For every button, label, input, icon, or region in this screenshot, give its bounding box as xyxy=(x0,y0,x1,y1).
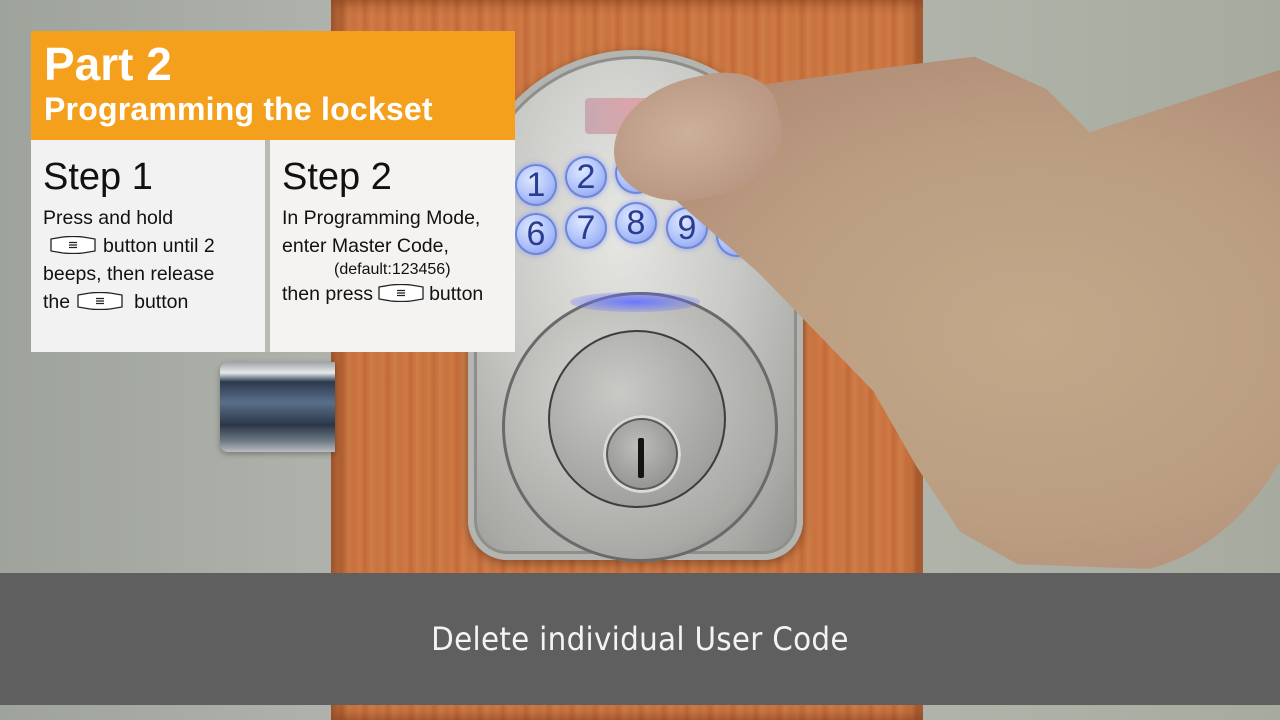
step-text: button until 2 xyxy=(103,235,215,257)
program-button-icon xyxy=(50,235,96,254)
step-text: In Programming Mode, xyxy=(282,207,481,229)
step-text: enter Master Code, xyxy=(282,235,449,257)
program-button-icon xyxy=(378,283,424,302)
step-1-line-2: button until 2 xyxy=(43,232,265,260)
step-text: Press and hold xyxy=(43,207,174,229)
step-1-line-1: Press and hold xyxy=(43,204,265,232)
door-lever-handle xyxy=(220,362,335,452)
keypad-key-2: 2 xyxy=(565,156,607,198)
step-text: then press xyxy=(282,283,374,305)
status-led-glow xyxy=(570,292,700,312)
caption-text: Delete individual User Code xyxy=(431,620,849,658)
step-text: the xyxy=(43,291,71,313)
step-1-title: Step 1 xyxy=(43,156,153,198)
step-text: beeps, then release xyxy=(43,263,215,285)
step-1-line-4: the button xyxy=(43,288,265,316)
part-title: Part 2 xyxy=(44,38,172,90)
step-1-line-3: beeps, then release xyxy=(43,260,265,288)
step-text: button xyxy=(429,283,484,305)
step-2-title: Step 2 xyxy=(282,156,392,198)
step-2-line-2: enter Master Code, xyxy=(282,232,515,260)
keypad-key-6: 6 xyxy=(515,213,557,255)
caption-bar: Delete individual User Code xyxy=(0,573,1280,705)
step-2-line-1: In Programming Mode, xyxy=(282,204,515,232)
keypad-key-7: 7 xyxy=(565,207,607,249)
step-text: button xyxy=(134,291,189,313)
steps-panel: Step 1 Press and hold button until 2 bee… xyxy=(31,140,515,352)
step-2-line-3: (default:123456) xyxy=(282,260,515,280)
keyhole xyxy=(638,438,644,478)
keypad-key-8: 8 xyxy=(615,202,657,244)
program-button-icon xyxy=(77,291,123,310)
part-subtitle: Programming the lockset xyxy=(44,91,433,127)
default-code-note: (default:123456) xyxy=(334,261,451,278)
instruction-card: Part 2 Programming the lockset Step 1 Pr… xyxy=(31,31,515,352)
step-2-panel: Step 2 In Programming Mode, enter Master… xyxy=(270,140,515,352)
card-header: Part 2 Programming the lockset xyxy=(31,31,515,140)
step-1-panel: Step 1 Press and hold button until 2 bee… xyxy=(31,140,270,352)
keypad-key-1: 1 xyxy=(515,164,557,206)
step-2-line-4: then press button xyxy=(282,280,515,308)
